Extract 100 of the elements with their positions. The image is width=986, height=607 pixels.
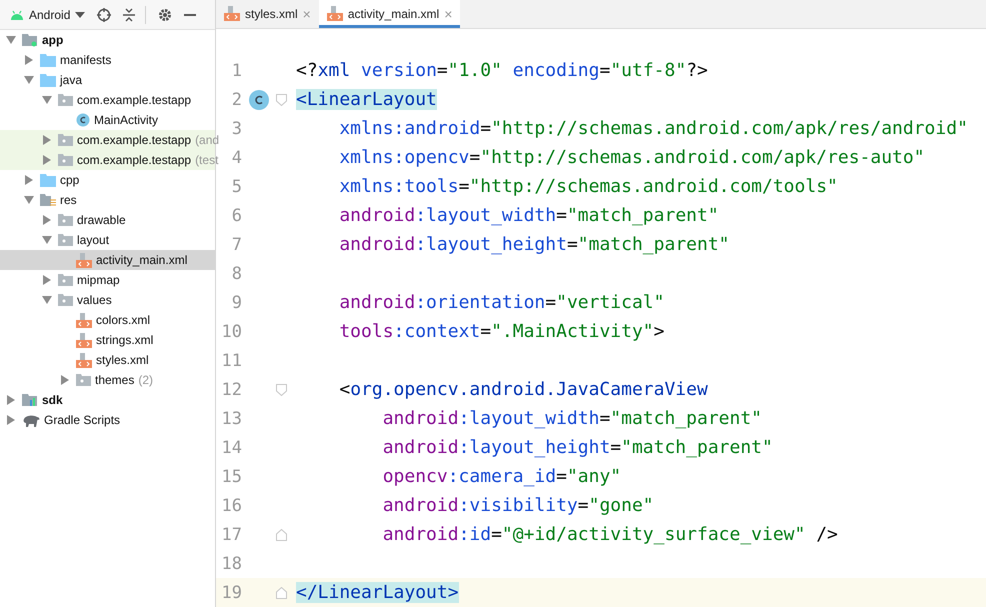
- package-folder-icon: [76, 374, 91, 386]
- package-folder-icon: [58, 214, 73, 226]
- line-number: 11: [220, 350, 242, 370]
- editor-tab[interactable]: activity_main.xml ×: [318, 0, 460, 28]
- folder-icon: [40, 174, 56, 186]
- tree-item[interactable]: layout: [0, 230, 215, 250]
- tree-item-label: styles.xml: [96, 353, 149, 367]
- tree-item[interactable]: java: [0, 70, 215, 90]
- line-number: 5: [230, 176, 242, 196]
- package-folder-icon: [58, 274, 73, 286]
- package-folder-icon: [58, 134, 73, 146]
- line-number: 15: [220, 466, 242, 486]
- xml-file-icon: [224, 6, 240, 22]
- code-text: android:layout_height="match_parent": [338, 234, 730, 255]
- line-number: 2: [230, 90, 242, 110]
- expanded-arrow-icon[interactable]: [6, 36, 16, 44]
- expanded-arrow-icon[interactable]: [24, 196, 34, 204]
- expanded-arrow-icon[interactable]: [42, 96, 52, 104]
- tree-item-label: res: [60, 193, 77, 207]
- code-text: android:layout_width="match_parent": [338, 205, 719, 226]
- tree-item-note: (2): [138, 373, 154, 387]
- library-folder-icon: [22, 393, 38, 407]
- line-number: 7: [230, 234, 242, 254]
- tree-item-label: MainActivity: [94, 113, 158, 127]
- collapsed-arrow-icon[interactable]: [61, 375, 69, 385]
- xml-file-icon: [76, 312, 92, 328]
- code-text: xmlns:opencv="http://schemas.android.com/apk/res-auto": [338, 147, 925, 168]
- folder-icon: [40, 74, 56, 86]
- editor-tab[interactable]: styles.xml ×: [216, 0, 319, 28]
- collapsed-arrow-icon[interactable]: [43, 275, 51, 285]
- collapsed-arrow-icon[interactable]: [43, 215, 51, 225]
- code-text: android:id="@+id/activity_surface_view" />: [382, 524, 838, 545]
- line-number: 10: [220, 322, 242, 342]
- line-number: 3: [230, 118, 242, 138]
- expanded-arrow-icon[interactable]: [24, 76, 34, 84]
- tree-item[interactable]: strings.xml: [0, 330, 215, 350]
- tree-item[interactable]: cpp: [0, 170, 215, 190]
- elephant-icon: [22, 414, 40, 426]
- code-text: xmlns:android="http://schemas.android.com/apk/res/android": [338, 118, 968, 139]
- view-selector[interactable]: Android: [29, 8, 70, 22]
- tree-item-label: mipmap: [77, 273, 120, 287]
- tree-item-label: layout: [77, 233, 110, 247]
- code-text: tools:context=".MainActivity">: [338, 321, 664, 342]
- tree-item-label: com.example.testapp: [77, 93, 192, 107]
- line-number: 6: [230, 206, 242, 226]
- tree-item-label: cpp: [60, 173, 80, 187]
- line-number: 13: [220, 408, 242, 428]
- collapsed-arrow-icon[interactable]: [25, 55, 33, 65]
- tree-item-label: colors.xml: [96, 313, 150, 327]
- minimize-icon[interactable]: [184, 14, 196, 16]
- tree-item[interactable]: mipmap: [0, 270, 215, 290]
- class-icon: [76, 113, 90, 127]
- line-number: 8: [230, 264, 242, 284]
- package-folder-icon: [58, 154, 73, 166]
- tree-item-label: com.example.testapp: [77, 133, 192, 147]
- line-number: 16: [220, 496, 242, 516]
- tree-item[interactable]: activity_main.xml: [0, 250, 215, 270]
- tree-item[interactable]: drawable: [0, 210, 215, 230]
- expanded-arrow-icon[interactable]: [42, 236, 52, 244]
- package-folder-icon: [58, 234, 73, 246]
- fold-marker-icon[interactable]: [276, 586, 287, 598]
- tree-item[interactable]: styles.xml: [0, 350, 215, 370]
- tree-item[interactable]: values: [0, 290, 215, 310]
- code-text: <LinearLayout: [296, 89, 437, 110]
- fold-marker-icon[interactable]: [276, 528, 287, 540]
- module-folder-icon: [22, 33, 38, 47]
- tree-item[interactable]: res: [0, 190, 215, 210]
- tree-item[interactable]: app: [0, 30, 215, 50]
- tree-item-label: com.example.testapp: [77, 153, 192, 167]
- tree-item-label: values: [77, 293, 112, 307]
- tree-item-label: activity_main.xml: [96, 253, 188, 267]
- code-text: xmlns:tools="http://schemas.android.com/tools": [338, 176, 838, 197]
- tree-item-label: strings.xml: [96, 333, 154, 347]
- expanded-arrow-icon[interactable]: [42, 296, 52, 304]
- collapse-icon[interactable]: [123, 8, 136, 22]
- resource-folder-icon: [40, 193, 56, 207]
- settings-icon[interactable]: [158, 8, 172, 22]
- tree-item-label: manifests: [60, 53, 112, 67]
- class-icon[interactable]: [249, 90, 269, 110]
- tree-item[interactable]: manifests: [0, 50, 215, 70]
- tree-item[interactable]: colors.xml: [0, 310, 215, 330]
- fold-marker-icon[interactable]: [276, 384, 287, 396]
- caret-icon[interactable]: [75, 12, 86, 18]
- tree-item[interactable]: MainActivity: [0, 110, 215, 130]
- package-folder-icon: [58, 294, 73, 306]
- target-icon[interactable]: [97, 8, 112, 22]
- line-number: 18: [220, 554, 242, 574]
- tree-item[interactable]: Gradle Scripts: [0, 410, 215, 430]
- fold-marker-icon[interactable]: [276, 94, 287, 106]
- xml-file-icon: [76, 352, 92, 368]
- code-text: android:layout_height="match_parent": [382, 437, 773, 458]
- line-number: 19: [220, 582, 242, 602]
- tree-item[interactable]: themes (2): [0, 370, 215, 390]
- tree-item-label: themes: [95, 373, 134, 387]
- tree-item[interactable]: sdk: [0, 390, 215, 410]
- android-icon: [10, 10, 24, 20]
- tree-item-label: app: [42, 33, 64, 47]
- tree-item[interactable]: com.example.testapp: [0, 90, 215, 110]
- line-number: 17: [220, 524, 242, 544]
- package-folder-icon: [58, 94, 73, 106]
